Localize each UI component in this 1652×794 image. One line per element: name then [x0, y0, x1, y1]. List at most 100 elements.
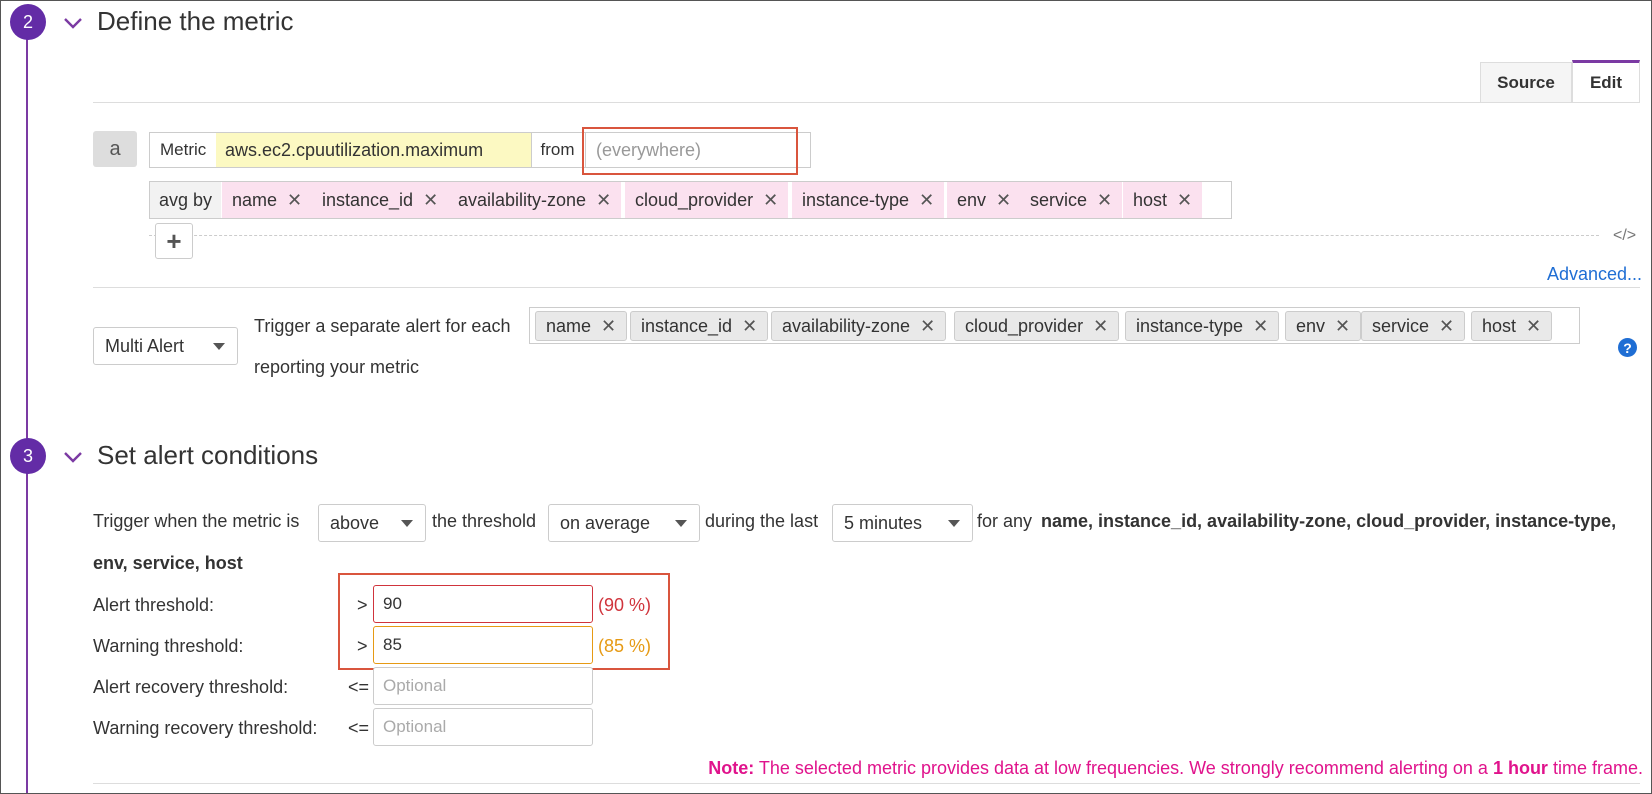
- remove-tag-icon[interactable]: ✕: [1177, 190, 1192, 211]
- from-highlight-box: [582, 127, 798, 175]
- reporting-metric-text: reporting your metric: [254, 357, 420, 377]
- remove-tag-icon[interactable]: ✕: [1093, 316, 1108, 337]
- chevron-down-icon: [213, 343, 225, 350]
- remove-tag-icon[interactable]: ✕: [1335, 316, 1350, 337]
- group-by-tag-label: cloud_provider: [635, 189, 754, 210]
- remove-tag-icon[interactable]: ✕: [423, 190, 438, 211]
- group-by-tag: availability-zone ✕: [448, 182, 622, 218]
- group-by-tag-label: instance_id: [322, 189, 414, 210]
- multi-alert-tag: cloud_provider ✕: [954, 311, 1120, 341]
- aggregation-select[interactable]: on average: [548, 504, 700, 542]
- alert-threshold-label: Alert threshold:: [93, 595, 215, 615]
- warning-recovery-label: Warning recovery threshold:: [93, 718, 318, 738]
- window-value: 5 minutes: [844, 512, 923, 533]
- multi-alert-tag-label: instance_id: [641, 315, 733, 336]
- multi-alert-tag: instance_id ✕: [630, 311, 769, 341]
- aggregation-value: on average: [560, 512, 651, 533]
- remove-tag-icon[interactable]: ✕: [919, 190, 934, 211]
- remove-tag-icon[interactable]: ✕: [1439, 316, 1454, 337]
- alert-recovery-label: Alert recovery threshold:: [93, 677, 289, 697]
- alert-type-select[interactable]: Multi Alert: [93, 327, 238, 365]
- warning-recovery-operator: <=: [348, 718, 370, 738]
- step-2-badge: 2: [10, 4, 46, 40]
- multi-alert-tag: env ✕: [1285, 311, 1362, 341]
- remove-tag-icon[interactable]: ✕: [601, 316, 616, 337]
- multi-alert-tag: instance-type ✕: [1125, 311, 1280, 341]
- remove-tag-icon[interactable]: ✕: [1526, 316, 1541, 337]
- group-by-tag: instance_id ✕: [312, 182, 449, 218]
- from-label: from: [531, 132, 583, 168]
- multi-alert-tag: availability-zone ✕: [771, 311, 947, 341]
- group-by-tag: cloud_provider ✕: [625, 182, 789, 218]
- tab-edit[interactable]: Edit: [1572, 60, 1640, 103]
- multi-alert-tag-label: host: [1482, 315, 1517, 336]
- remove-tag-icon[interactable]: ✕: [920, 316, 935, 337]
- during-text: during the last: [705, 511, 819, 531]
- multi-alert-tag-label: instance-type: [1136, 315, 1244, 336]
- chevron-down-icon[interactable]: [62, 446, 84, 468]
- alert-type-value: Multi Alert: [105, 335, 185, 356]
- note-text-after: time frame.: [1552, 758, 1643, 778]
- tabs-divider: [93, 102, 1640, 103]
- group-by-tag: name ✕: [222, 182, 313, 218]
- window-select[interactable]: 5 minutes: [832, 504, 973, 542]
- low-frequency-note: Note: The selected metric provides data …: [708, 758, 1643, 779]
- warning-threshold-label: Warning threshold:: [93, 636, 244, 656]
- note-label: Note:: [708, 758, 755, 778]
- comparison-select[interactable]: above: [318, 504, 426, 542]
- query-section-divider: [93, 287, 1640, 288]
- metric-name-field[interactable]: aws.ec2.cpuutilization.maximum: [216, 133, 531, 167]
- trigger-separate-text: Trigger a separate alert for each: [254, 316, 511, 336]
- advanced-link[interactable]: Advanced...: [1547, 264, 1642, 285]
- group-by-tag-label: name: [232, 189, 278, 210]
- add-query-button[interactable]: +: [155, 223, 193, 259]
- group-by-tag-label: service: [1030, 189, 1088, 210]
- multi-alert-tag: host ✕: [1471, 311, 1553, 341]
- group-by-tag: instance-type ✕: [792, 182, 945, 218]
- alert-recovery-operator: <=: [348, 677, 370, 697]
- multi-alert-tag-label: cloud_provider: [965, 315, 1084, 336]
- query-letter-badge: a: [93, 131, 137, 167]
- multi-alert-tag-label: name: [546, 315, 592, 336]
- group-by-tag: env ✕: [947, 182, 1022, 218]
- remove-tag-icon[interactable]: ✕: [596, 190, 611, 211]
- multi-alert-tag: service ✕: [1361, 311, 1466, 341]
- comparison-value: above: [330, 512, 380, 533]
- query-dashed-divider: [149, 235, 1599, 236]
- metric-label: Metric: [160, 140, 207, 159]
- multi-alert-tag-label: availability-zone: [782, 315, 911, 336]
- code-toggle-icon[interactable]: </>: [1613, 227, 1636, 245]
- multi-alert-tag: name ✕: [535, 311, 628, 341]
- note-emphasis: 1 hour: [1492, 758, 1548, 778]
- warning-recovery-input[interactable]: Optional: [373, 708, 593, 746]
- tab-source[interactable]: Source: [1480, 62, 1572, 102]
- help-icon[interactable]: ?: [1618, 338, 1637, 357]
- group-by-tag: host ✕: [1123, 182, 1203, 218]
- note-text-before: The selected metric provides data at low…: [758, 758, 1488, 778]
- trigger-prefix-text: Trigger when the metric is: [93, 511, 300, 531]
- step-2-title: Define the metric: [97, 6, 294, 36]
- remove-tag-icon[interactable]: ✕: [996, 190, 1011, 211]
- chevron-down-icon[interactable]: [62, 12, 84, 34]
- for-any-text: for any: [977, 511, 1033, 531]
- group-by-tag-label: env: [957, 189, 987, 210]
- group-by-tag-label: instance-type: [802, 189, 910, 210]
- chevron-down-icon: [675, 520, 687, 527]
- group-list-line-1: name, instance_id, availability-zone, cl…: [1041, 511, 1617, 531]
- multi-alert-tag-label: service: [1372, 315, 1430, 336]
- group-by-tag-label: host: [1133, 189, 1168, 210]
- remove-tag-icon[interactable]: ✕: [763, 190, 778, 211]
- bottom-divider: [93, 783, 1640, 784]
- step-3-badge: 3: [10, 438, 46, 474]
- thresholds-highlight-box: [338, 573, 670, 670]
- remove-tag-icon[interactable]: ✕: [287, 190, 302, 211]
- step-connector-line: [26, 38, 28, 794]
- remove-tag-icon[interactable]: ✕: [1253, 316, 1268, 337]
- remove-tag-icon[interactable]: ✕: [742, 316, 757, 337]
- remove-tag-icon[interactable]: ✕: [1097, 190, 1112, 211]
- alert-recovery-input[interactable]: Optional: [373, 667, 593, 705]
- avg-by-label: avg by: [150, 182, 221, 218]
- chevron-down-icon: [948, 520, 960, 527]
- group-by-tag-label: availability-zone: [458, 189, 587, 210]
- step-3-title: Set alert conditions: [97, 440, 319, 470]
